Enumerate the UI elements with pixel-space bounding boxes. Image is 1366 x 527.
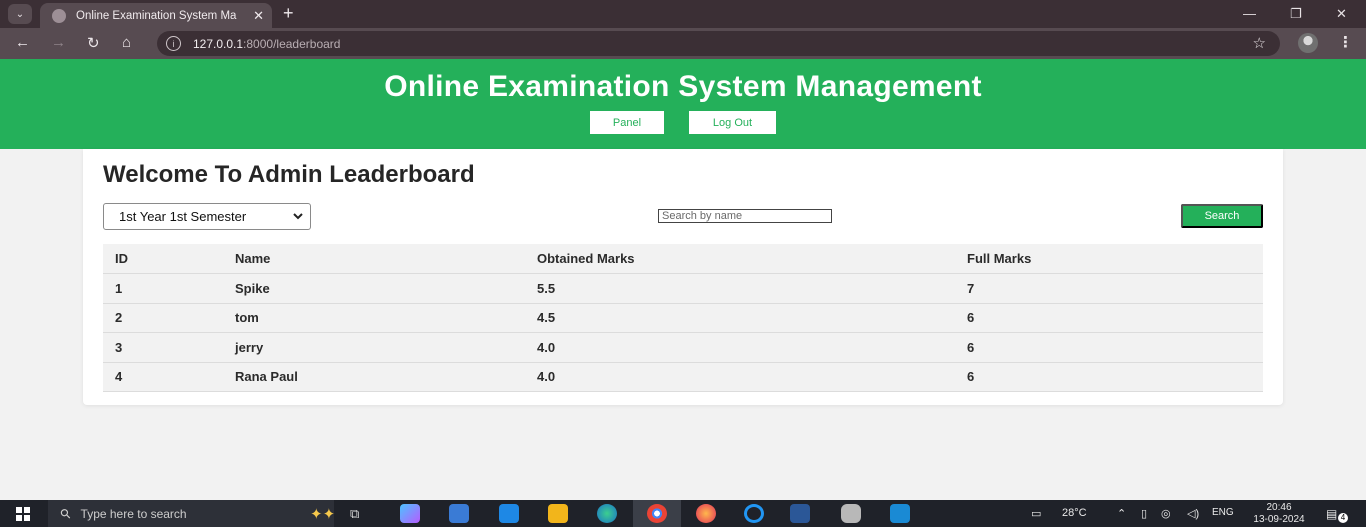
- taskbar-search-placeholder: Type here to search: [80, 506, 187, 521]
- edge-icon[interactable]: [597, 504, 617, 523]
- windows-start-icon[interactable]: [16, 507, 30, 521]
- cell-name: jerry: [223, 332, 525, 363]
- table-header-row: ID Name Obtained Marks Full Marks: [103, 244, 1263, 274]
- clock-time: 20:46: [1266, 502, 1292, 513]
- cell-id: 1: [103, 273, 223, 304]
- task-view-icon[interactable]: ⧉: [350, 506, 370, 525]
- tab-close-icon[interactable]: ✕: [253, 8, 264, 24]
- chevron-down-icon: [293, 213, 303, 220]
- favicon-globe-icon: [52, 8, 66, 23]
- semester-selected-value: 1st Year 1st Semester: [119, 209, 247, 224]
- reload-icon[interactable]: ↻: [87, 34, 100, 52]
- battery-icon[interactable]: ▯: [1141, 507, 1147, 520]
- taskbar: ⚲ Type here to search ✦✦ ⧉ ▭ 28°C ⌃ ▯ ◎ …: [0, 500, 1366, 527]
- vscode-icon[interactable]: [890, 504, 910, 523]
- cell-obtained-marks: 4.5: [525, 303, 955, 333]
- profile-avatar[interactable]: [1298, 33, 1318, 53]
- restore-icon[interactable]: ❐: [1290, 6, 1302, 22]
- site-header: Online Examination System Management Pan…: [0, 59, 1366, 149]
- home-icon[interactable]: ⌂: [122, 34, 131, 51]
- table-row: 2 tom 4.5 6: [103, 303, 1263, 333]
- forward-arrow-icon[interactable]: →: [51, 34, 66, 51]
- chrome-icon: [647, 504, 667, 523]
- column-header-obtained-marks: Obtained Marks: [525, 244, 955, 274]
- url-host: 127.0.0.1: [193, 36, 244, 51]
- site-title: Online Examination System Management: [384, 70, 982, 103]
- new-tab-plus-icon[interactable]: +: [283, 4, 294, 22]
- weather-icon[interactable]: ▭: [1031, 507, 1041, 520]
- address-bar[interactable]: i 127.0.0.1:8000/leaderboard ☆: [157, 31, 1280, 56]
- leaderboard-table: ID Name Obtained Marks Full Marks 1 Spik…: [103, 244, 1263, 392]
- window-close-icon[interactable]: ✕: [1336, 6, 1347, 22]
- back-arrow-icon[interactable]: ←: [15, 34, 30, 51]
- table-row: 3 jerry 4.0 6: [103, 332, 1263, 363]
- tab-search-chevron-icon[interactable]: ⌄: [8, 4, 32, 24]
- cell-obtained-marks: 4.0: [525, 332, 955, 363]
- browser-tab[interactable]: Online Examination System Ma ✕: [40, 3, 272, 28]
- column-header-id: ID: [103, 244, 223, 274]
- column-header-full-marks: Full Marks: [955, 244, 1263, 274]
- search-icon: ⚲: [56, 504, 75, 522]
- tray-overflow-icon[interactable]: ⌃: [1117, 507, 1126, 520]
- cell-id: 3: [103, 332, 223, 363]
- browser-menu-icon[interactable]: ⋮: [1338, 33, 1353, 51]
- cell-full-marks: 6: [955, 303, 1263, 333]
- search-button[interactable]: Search: [1181, 204, 1263, 228]
- browser-tab-strip: ⌄ Online Examination System Ma ✕ + — ❐ ✕: [0, 0, 1366, 28]
- cell-obtained-marks: 5.5: [525, 273, 955, 304]
- clock-date: 13-09-2024: [1253, 514, 1305, 525]
- leaderboard-card: Welcome To Admin Leaderboard 1st Year 1s…: [83, 149, 1283, 405]
- mail-icon[interactable]: [499, 504, 519, 523]
- cell-full-marks: 6: [955, 332, 1263, 363]
- cell-name: Rana Paul: [223, 362, 525, 392]
- tab-title: Online Examination System Ma: [76, 9, 237, 22]
- notification-count-badge: 4: [1338, 513, 1348, 523]
- column-header-name: Name: [223, 244, 525, 274]
- volume-icon[interactable]: ◁): [1187, 507, 1199, 520]
- cell-name: tom: [223, 303, 525, 333]
- browser-toolbar: ← → ↻ ⌂ i 127.0.0.1:8000/leaderboard ☆ ⋮: [0, 28, 1366, 59]
- url-path: :8000/leaderboard: [243, 36, 341, 51]
- taskbar-search-box[interactable]: ⚲ Type here to search ✦✦: [48, 500, 336, 527]
- firefox-icon[interactable]: [696, 504, 716, 523]
- search-highlight-sparkle-icon: ✦✦: [310, 506, 336, 523]
- file-explorer-icon[interactable]: [548, 504, 568, 523]
- clock[interactable]: 20:46 13-09-2024: [1249, 502, 1309, 526]
- search-input[interactable]: Search by name: [658, 209, 832, 223]
- cell-full-marks: 6: [955, 362, 1263, 392]
- notification-icon[interactable]: ▤: [1326, 507, 1337, 521]
- cell-full-marks: 7: [955, 273, 1263, 304]
- table-row: 1 Spike 5.5 7: [103, 273, 1263, 304]
- network-icon[interactable]: ◎: [1161, 507, 1171, 520]
- cell-obtained-marks: 4.0: [525, 362, 955, 392]
- logout-button[interactable]: Log Out: [689, 111, 776, 134]
- temperature-text[interactable]: 28°C: [1062, 507, 1087, 519]
- cell-id: 4: [103, 362, 223, 392]
- language-indicator[interactable]: ENG: [1212, 507, 1234, 518]
- minimize-icon[interactable]: —: [1243, 6, 1256, 21]
- bookmark-star-icon[interactable]: ☆: [1253, 34, 1266, 52]
- store-icon[interactable]: [449, 504, 469, 523]
- database-icon[interactable]: [841, 504, 861, 523]
- panel-button[interactable]: Panel: [590, 111, 664, 134]
- site-info-icon[interactable]: i: [166, 36, 181, 51]
- semester-select[interactable]: 1st Year 1st Semester: [103, 203, 311, 230]
- cell-id: 2: [103, 303, 223, 333]
- cortana-icon[interactable]: [744, 504, 764, 523]
- copilot-icon[interactable]: [400, 504, 420, 523]
- table-row: 4 Rana Paul 4.0 6: [103, 362, 1263, 392]
- word-icon[interactable]: [790, 504, 810, 523]
- cell-name: Spike: [223, 273, 525, 304]
- page-title: Welcome To Admin Leaderboard: [103, 161, 475, 188]
